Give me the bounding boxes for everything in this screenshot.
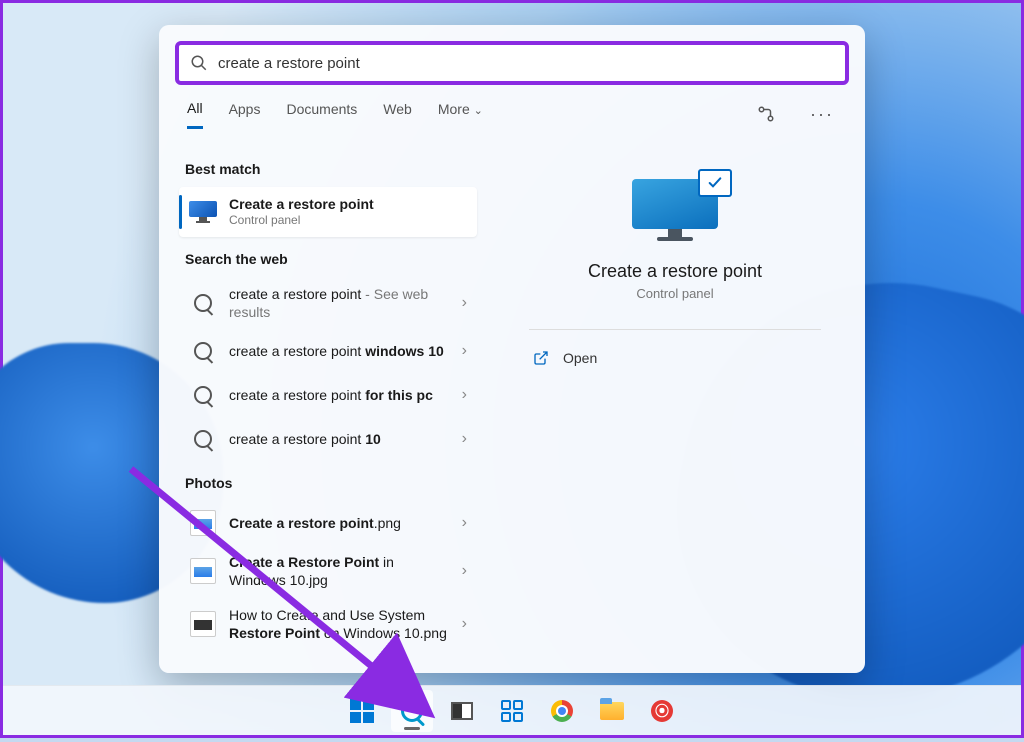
tab-documents[interactable]: Documents [286,101,357,127]
taskbar-search-button[interactable] [391,690,433,732]
search-icon [189,381,217,409]
open-label: Open [563,350,597,366]
chevron-right-icon: › [462,615,467,633]
search-box[interactable] [177,43,847,83]
open-icon [533,350,549,366]
taskbar: ⦿ [3,685,1021,735]
widgets-button[interactable] [491,690,533,732]
preview-title: Create a restore point [529,261,821,282]
chevron-right-icon: › [462,562,467,580]
search-icon [401,700,423,722]
tab-more[interactable]: More ⌄ [438,101,483,127]
more-options-icon[interactable]: ··· [807,99,837,129]
chevron-right-icon: › [462,430,467,448]
preview-pane: Create a restore point Control panel Ope… [485,139,865,673]
chevron-down-icon: ⌄ [474,105,483,117]
preview-app-icon [632,179,718,245]
section-search-web: Search the web [185,251,477,267]
photo-result[interactable]: Create a Restore Point in Windows 10.jpg… [179,545,477,597]
search-icon [190,54,208,72]
chrome-icon [551,700,573,722]
app-button[interactable]: ⦿ [641,690,683,732]
file-explorer-button[interactable] [591,690,633,732]
results-list: Best match Create a restore point Contro… [159,139,485,673]
task-view-icon [451,702,473,720]
chrome-button[interactable] [541,690,583,732]
search-input[interactable] [218,55,834,72]
tab-apps[interactable]: Apps [229,101,261,127]
image-file-icon [189,557,217,585]
section-photos: Photos [185,475,477,491]
section-best-match: Best match [185,161,477,177]
preview-subtitle: Control panel [529,286,821,301]
search-icon [189,337,217,365]
filter-tabs: All Apps Documents Web More ⌄ ··· [159,91,865,129]
web-result[interactable]: create a restore point for this pc › [179,373,477,417]
app-icon: ⦿ [651,700,673,722]
start-button[interactable] [341,690,383,732]
chevron-right-icon: › [462,514,467,532]
photo-result[interactable]: How to Create and Use System Restore Poi… [179,598,477,650]
photo-result[interactable]: Create a restore point.png › [179,501,477,545]
search-panel: All Apps Documents Web More ⌄ ··· Best m… [159,25,865,673]
web-result[interactable]: create a restore point - See web results… [179,277,477,329]
widgets-icon [501,700,523,722]
open-action[interactable]: Open [529,342,821,374]
flow-icon[interactable] [751,99,781,129]
best-match-result[interactable]: Create a restore point Control panel [179,187,477,237]
task-view-button[interactable] [441,690,483,732]
chevron-right-icon: › [462,294,467,312]
search-icon [189,289,217,317]
web-result[interactable]: create a restore point 10 › [179,417,477,461]
folder-icon [600,702,624,720]
image-file-icon [189,509,217,537]
search-icon [189,425,217,453]
web-result[interactable]: create a restore point windows 10 › [179,329,477,373]
tab-all[interactable]: All [187,100,203,129]
windows-logo-icon [350,699,374,723]
monitor-icon [189,198,217,226]
chevron-right-icon: › [462,386,467,404]
chevron-right-icon: › [462,342,467,360]
image-file-icon [189,610,217,638]
tab-web[interactable]: Web [383,101,412,127]
